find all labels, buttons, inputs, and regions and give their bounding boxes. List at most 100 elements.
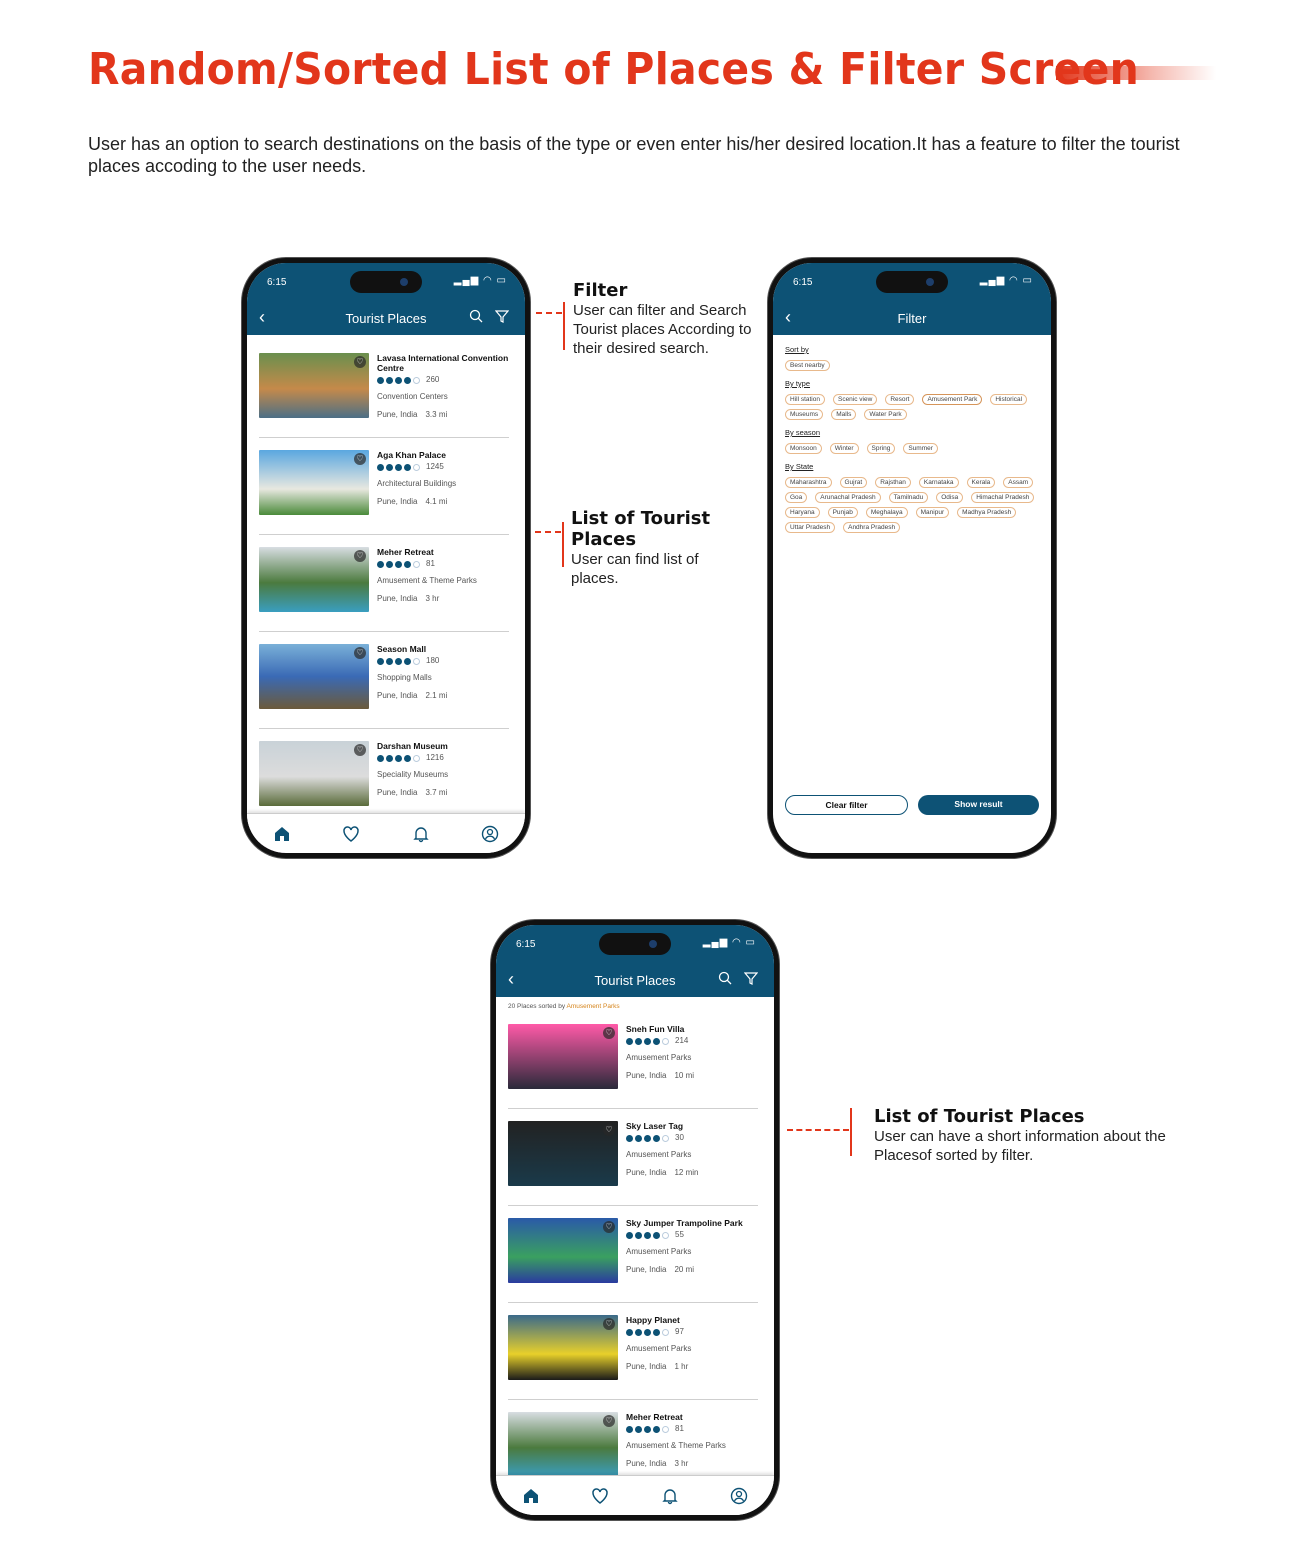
filter-chip[interactable]: Maharashtra: [785, 477, 832, 488]
heart-icon[interactable]: ♡: [603, 1221, 615, 1233]
filter-chip[interactable]: Karnataka: [918, 477, 959, 488]
place-list-item[interactable]: ♡ Happy Planet 97 Amusement Parks Pune, …: [508, 1309, 758, 1400]
filter-chip[interactable]: Uttar Pradesh: [785, 522, 836, 533]
place-category: Amusement Parks: [626, 1150, 692, 1159]
phone-sorted-list: 6:15 ▂▄▆ ◠ ▭ ‹ Tourist Places 20 Places …: [491, 920, 779, 1520]
place-name[interactable]: Sky Jumper Trampoline Park: [626, 1218, 743, 1228]
location-text: Pune, India: [626, 1168, 667, 1177]
place-name[interactable]: Lavasa International Convention Centre: [377, 353, 509, 373]
filter-chip[interactable]: Spring: [866, 443, 896, 454]
filter-chip[interactable]: Rajsthan: [875, 477, 911, 488]
filter-chip[interactable]: Winter: [829, 443, 859, 454]
place-category: Amusement Parks: [626, 1344, 692, 1353]
rating-dot: [395, 657, 402, 665]
filter-chip[interactable]: Malls: [831, 409, 857, 420]
filter-chip[interactable]: Tamilnadu: [888, 492, 929, 503]
home-icon[interactable]: [273, 825, 291, 843]
distance-text: 2.1 mi: [425, 691, 448, 700]
filter-chip[interactable]: Madhya Pradesh: [957, 507, 1017, 518]
filter-icon[interactable]: [743, 971, 760, 987]
rating-dot: [377, 657, 384, 665]
place-name[interactable]: Season Mall: [377, 644, 447, 654]
bell-icon[interactable]: [412, 825, 430, 843]
place-list-item[interactable]: ♡ Sky Laser Tag 30 Amusement Parks Pune,…: [508, 1115, 758, 1206]
place-location: Pune, India 3.7 mi: [377, 789, 448, 797]
bell-icon[interactable]: [661, 1487, 679, 1505]
place-location: Pune, India 4.1 mi: [377, 498, 456, 506]
filter-chip[interactable]: Resort: [885, 394, 915, 405]
distance-text: 20 mi: [674, 1265, 695, 1274]
place-name[interactable]: Meher Retreat: [626, 1412, 726, 1422]
filter-chip[interactable]: Kerala: [966, 477, 996, 488]
place-list-item[interactable]: ♡ Aga Khan Palace 1245 Architectural Bui…: [259, 444, 509, 535]
place-name[interactable]: Aga Khan Palace: [377, 450, 456, 460]
filter-chip[interactable]: Hill station: [785, 394, 825, 405]
place-list-item[interactable]: ♡ Lavasa International Convention Centre…: [259, 347, 509, 438]
heart-icon[interactable]: ♡: [354, 356, 366, 368]
location-text: Pune, India: [626, 1362, 667, 1371]
rating-dot: [413, 463, 420, 471]
heart-icon[interactable]: ♡: [354, 550, 366, 562]
place-category: Amusement & Theme Parks: [377, 576, 477, 585]
filter-chip[interactable]: Haryana: [785, 507, 820, 518]
filter-icon[interactable]: [494, 309, 511, 325]
filter-chip[interactable]: Scenic view: [832, 394, 878, 405]
annotation-heading: List of Tourist Places: [874, 1106, 1085, 1127]
search-icon[interactable]: [718, 971, 734, 987]
place-list-item[interactable]: ♡ Sky Jumper Trampoline Park 55 Amusemen…: [508, 1212, 758, 1303]
place-name[interactable]: Darshan Museum: [377, 741, 448, 751]
place-list-item[interactable]: ♡ Meher Retreat 81 Amusement & Theme Par…: [259, 541, 509, 632]
filter-chip[interactable]: Historical: [990, 394, 1028, 405]
home-icon[interactable]: [522, 1487, 540, 1505]
filter-chip[interactable]: Best nearby: [785, 360, 830, 371]
place-name[interactable]: Sky Laser Tag: [626, 1121, 699, 1131]
rating-dot: [377, 376, 384, 384]
filter-chip[interactable]: Monsoon: [785, 443, 822, 454]
filter-chip[interactable]: Gujrat: [839, 477, 868, 488]
heart-icon[interactable]: ♡: [354, 647, 366, 659]
filter-chip[interactable]: Amusement Park: [922, 394, 983, 405]
distance-text: 3 hr: [425, 594, 440, 603]
profile-icon[interactable]: [730, 1487, 748, 1505]
place-list-item[interactable]: ♡ Season Mall 180 Shopping Malls Pune, I…: [259, 638, 509, 729]
annotation-body: User can have a short information about …: [874, 1128, 1166, 1164]
heart-icon[interactable]: ♡: [354, 453, 366, 465]
filter-chip[interactable]: Water Park: [864, 409, 907, 420]
place-list-item[interactable]: ♡ Sneh Fun Villa 214 Amusement Parks Pun…: [508, 1018, 758, 1109]
filter-chip[interactable]: Arunachal Pradesh: [815, 492, 881, 503]
heart-icon[interactable]: ♡: [603, 1318, 615, 1330]
place-category: Architectural Buildings: [377, 479, 457, 488]
filter-chip[interactable]: Punjab: [827, 507, 858, 518]
location-text: Pune, India: [626, 1265, 667, 1274]
review-count: 180: [426, 656, 440, 665]
filter-chip[interactable]: Summer: [903, 443, 938, 454]
place-name[interactable]: Happy Planet: [626, 1315, 691, 1325]
filter-chip[interactable]: Meghalaya: [865, 507, 908, 518]
place-name[interactable]: Meher Retreat: [377, 547, 477, 557]
filter-chip[interactable]: Museums: [785, 409, 824, 420]
search-icon[interactable]: [469, 309, 485, 325]
rating-dot: [644, 1037, 651, 1045]
place-thumbnail: ♡: [508, 1121, 618, 1186]
filter-chip[interactable]: Goa: [785, 492, 808, 503]
heart-icon[interactable]: ♡: [603, 1124, 615, 1136]
place-name[interactable]: Sneh Fun Villa: [626, 1024, 694, 1034]
heart-icon[interactable]: ♡: [354, 744, 366, 756]
filter-chip[interactable]: Assam: [1003, 477, 1034, 488]
heart-icon[interactable]: ♡: [603, 1027, 615, 1039]
place-category: Convention Centers: [377, 392, 448, 401]
profile-icon[interactable]: [481, 825, 499, 843]
filter-chip[interactable]: Himachal Pradesh: [971, 492, 1035, 503]
filter-chip[interactable]: Odisa: [936, 492, 964, 503]
clear-filter-button[interactable]: Clear filter: [785, 795, 908, 815]
heart-icon[interactable]: ♡: [603, 1415, 615, 1427]
filter-chip[interactable]: Manipur: [915, 507, 950, 518]
annotation-heading: Filter: [573, 280, 628, 301]
place-category: Speciality Museums: [377, 770, 449, 779]
heart-icon[interactable]: [591, 1487, 609, 1505]
filter-chip[interactable]: Andhra Pradesh: [843, 522, 901, 533]
distance-text: 3.7 mi: [425, 788, 448, 797]
heart-icon[interactable]: [342, 825, 360, 843]
show-result-button[interactable]: Show result: [918, 795, 1039, 815]
rating-dot: [653, 1134, 660, 1142]
